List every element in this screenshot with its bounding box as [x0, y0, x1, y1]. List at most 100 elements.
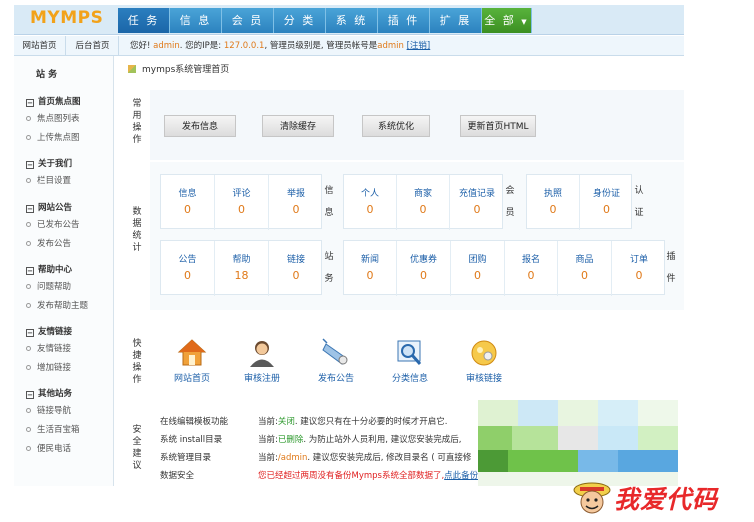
bullet-icon — [26, 241, 31, 246]
page-title: mymps系统管理首页 — [128, 62, 229, 75]
collapse-icon: − — [26, 329, 34, 337]
sidebar-group-head[interactable]: − 网站公告 — [26, 200, 80, 216]
sidebar-item[interactable]: 便民电话 — [26, 440, 80, 459]
update-homepage-button[interactable]: 更新首页HTML — [460, 115, 536, 137]
logout-link[interactable]: [注销] — [407, 41, 431, 51]
shortcut-publish-announce[interactable]: 发布公告 — [306, 338, 366, 384]
logo[interactable]: MYMPS — [30, 8, 103, 28]
stat-value: 0 — [603, 203, 610, 216]
stats-group-member: 个人 0 商家 0 充值记录 0 — [343, 174, 504, 230]
nav-plugin[interactable]: 插 件 — [378, 8, 430, 33]
stat-label: 执照 — [543, 189, 562, 199]
sidebar-item[interactable]: 发布帮助主题 — [26, 297, 88, 316]
stats-side-label: 信息 — [324, 186, 334, 218]
pirate-icon — [573, 482, 611, 514]
stat-value: 0 — [184, 269, 191, 282]
stat-cell[interactable]: 公告 0 — [161, 241, 215, 296]
bullet-icon — [26, 427, 31, 432]
bullet-icon — [26, 116, 31, 121]
stat-cell[interactable]: 报名 0 — [505, 241, 558, 296]
stat-cell[interactable]: 个人 0 — [344, 175, 397, 230]
sidebar-item[interactable]: 增加链接 — [26, 359, 72, 378]
clear-cache-button[interactable]: 清除缓存 — [262, 115, 334, 137]
nav-system[interactable]: 系 统 — [326, 8, 378, 33]
advice-value: 当前:/admin. 建议您安装完成后, 修改目录名 ( 可直接修 — [258, 450, 471, 466]
sidebar-item[interactable]: 已发布公告 — [26, 216, 80, 235]
sidebar-item-label: 发布公告 — [37, 239, 72, 249]
advice-status: /admin — [277, 453, 308, 463]
sidebar-item[interactable]: 栏目设置 — [26, 172, 72, 191]
nav-all[interactable]: 全 部 ▼ — [482, 8, 532, 33]
section-label-shortcuts: 快捷操作 — [132, 339, 142, 385]
stat-cell[interactable]: 订单 0 — [612, 241, 666, 296]
sidebar-item[interactable]: 生活百宝箱 — [26, 421, 80, 440]
stat-cell[interactable]: 身份证 0 — [580, 175, 633, 230]
stat-label: 链接 — [286, 255, 305, 265]
nav-info[interactable]: 信 息 — [170, 8, 222, 33]
stat-label: 优惠券 — [409, 255, 437, 265]
sidebar-group: − 友情链接 友情链接 增加链接 — [26, 324, 72, 378]
sub-bar: 网站首页 后台首页 您好! admin. 您的IP是: 127.0.0.1, 管… — [14, 36, 684, 56]
shortcut-category-info[interactable]: 分类信息 — [380, 338, 440, 384]
sidebar-group-head[interactable]: − 首页焦点图 — [26, 94, 81, 110]
sidebar-group-head-label: 帮助中心 — [38, 265, 73, 275]
tab-site-home[interactable]: 网站首页 — [14, 36, 66, 56]
sidebar-group-head[interactable]: − 帮助中心 — [26, 262, 88, 278]
stats-side-label: 插件 — [666, 252, 676, 284]
stat-label: 充值记录 — [458, 189, 495, 199]
tab-admin-home[interactable]: 后台首页 — [67, 36, 119, 56]
publish-info-button[interactable]: 发布信息 — [164, 115, 236, 137]
stat-label: 帮助 — [232, 255, 251, 265]
sidebar-item[interactable]: 友情链接 — [26, 340, 72, 359]
shortcut-site-home[interactable]: 网站首页 — [162, 338, 222, 384]
stat-cell[interactable]: 新闻 0 — [344, 241, 397, 296]
stat-value: 0 — [184, 203, 191, 216]
nav-extend[interactable]: 扩 展 — [430, 8, 482, 33]
stat-cell[interactable]: 帮助 18 — [215, 241, 269, 296]
magnifier-icon — [394, 338, 426, 368]
stat-cell[interactable]: 商品 0 — [558, 241, 612, 296]
sidebar-group: − 其他站务 链接导航 生活百宝箱 便民电话 — [26, 386, 80, 459]
nav-member[interactable]: 会 员 — [222, 8, 274, 33]
sidebar-group-head[interactable]: − 关于我们 — [26, 156, 72, 172]
watermark: 我爱代码 — [572, 474, 742, 518]
sidebar-item[interactable]: 焦点图列表 — [26, 110, 81, 129]
backup-link[interactable]: 点此备份 — [444, 471, 478, 481]
bullet-icon — [26, 446, 31, 451]
shortcut-review-register[interactable]: 审核注册 — [232, 338, 292, 384]
stat-cell[interactable]: 商家 0 — [397, 175, 450, 230]
stat-cell[interactable]: 团购 0 — [451, 241, 505, 296]
stat-cell[interactable]: 信息 0 — [161, 175, 215, 230]
sidebar-group-head-label: 关于我们 — [38, 159, 73, 169]
title-icon — [128, 65, 136, 73]
shortcut-review-link[interactable]: 审核链接 — [454, 338, 514, 384]
sidebar-item-label: 链接导航 — [37, 406, 72, 416]
stat-label: 团购 — [468, 255, 487, 265]
stats-group-auth: 执照 0 身份证 0 — [526, 174, 633, 230]
nav-all-label: 全 部 — [484, 14, 516, 27]
sidebar-item[interactable]: 发布公告 — [26, 235, 80, 254]
stats-group-plugin: 新闻 0 优惠券 0 团购 0 报名 0 商品 0 订单 0 — [343, 240, 666, 296]
stat-cell[interactable]: 评论 0 — [215, 175, 269, 230]
optimize-system-button[interactable]: 系统优化 — [362, 115, 430, 137]
bullet-icon — [26, 303, 31, 308]
sidebar-item[interactable]: 问题帮助 — [26, 278, 88, 297]
stat-cell[interactable]: 举报 0 — [269, 175, 323, 230]
bullet-icon — [26, 222, 31, 227]
sidebar-item[interactable]: 上传焦点图 — [26, 129, 81, 148]
stat-label: 举报 — [286, 189, 305, 199]
stat-label: 公告 — [178, 255, 197, 265]
stat-cell[interactable]: 优惠券 0 — [397, 241, 451, 296]
sidebar-group-head[interactable]: − 友情链接 — [26, 324, 72, 340]
stat-value: 0 — [420, 269, 427, 282]
stat-cell[interactable]: 充值记录 0 — [450, 175, 504, 230]
sidebar-group-head[interactable]: − 其他站务 — [26, 386, 80, 402]
sidebar-item[interactable]: 链接导航 — [26, 402, 80, 421]
stat-cell[interactable]: 执照 0 — [527, 175, 580, 230]
shortcut-label: 发布公告 — [317, 374, 354, 384]
sidebar-item-label: 生活百宝箱 — [37, 425, 80, 435]
stat-cell[interactable]: 链接 0 — [269, 241, 323, 296]
stat-value: 0 — [238, 203, 245, 216]
nav-task[interactable]: 任 务 — [118, 8, 170, 33]
nav-category[interactable]: 分 类 — [274, 8, 326, 33]
